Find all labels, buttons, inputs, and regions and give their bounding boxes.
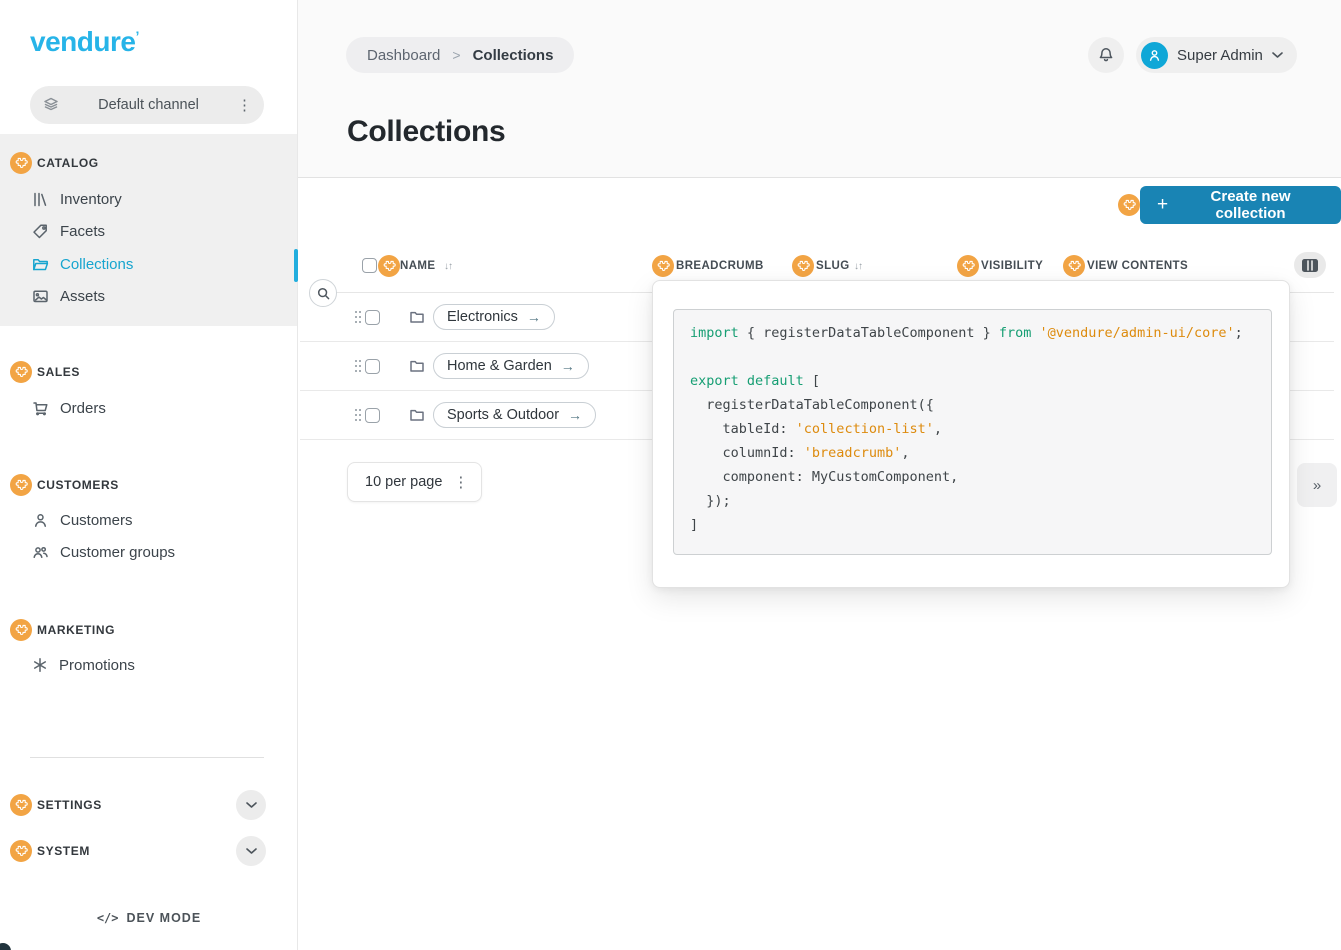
page-title: Collections [347, 115, 505, 149]
section-label: CATALOG [37, 156, 99, 170]
sidebar-item-inventory[interactable]: Inventory [32, 188, 122, 210]
vendure-logo[interactable]: vendure’ [30, 26, 139, 58]
drag-handle-icon[interactable] [355, 311, 362, 324]
dev-mode-badge-icon[interactable] [10, 474, 32, 496]
corner-widget [0, 943, 11, 950]
breadcrumb-collections[interactable]: Collections [473, 47, 554, 64]
collection-chip[interactable]: Home & Garden → [433, 353, 589, 379]
row-checkbox[interactable] [365, 408, 380, 423]
sparkle-icon [32, 657, 48, 673]
image-icon [32, 288, 49, 305]
dev-mode-badge-icon[interactable] [652, 255, 674, 277]
sidebar-item-customers[interactable]: Customers [32, 509, 133, 531]
code-block: import { registerDataTableComponent } fr… [673, 309, 1272, 555]
avatar [1141, 42, 1168, 69]
dev-mode-badge-icon[interactable] [10, 840, 32, 862]
channel-menu-icon[interactable]: ⋮ [237, 98, 252, 113]
system-expand-button[interactable] [236, 836, 266, 866]
section-header-catalog: CATALOG [10, 152, 99, 174]
cart-icon [32, 400, 49, 417]
chevron-down-icon [1272, 52, 1283, 59]
section-header-system[interactable]: SYSTEM [10, 840, 90, 862]
column-header-name[interactable]: NAME [400, 260, 435, 272]
section-header-settings[interactable]: SETTINGS [10, 794, 102, 816]
sidebar-item-assets[interactable]: Assets [32, 285, 105, 307]
columns-icon [1302, 259, 1318, 272]
sidebar-item-facets[interactable]: Facets [32, 220, 105, 242]
layers-icon [42, 96, 60, 114]
column-header-view-contents[interactable]: VIEW CONTENTS [1087, 260, 1188, 272]
logo-mark: ’ [135, 28, 138, 44]
breadcrumb: Dashboard > Collections [346, 37, 574, 73]
user-name: Super Admin [1177, 47, 1263, 64]
chevron-down-icon [246, 802, 257, 809]
user-menu[interactable]: Super Admin [1136, 37, 1297, 73]
folder-icon [409, 358, 425, 374]
column-header-visibility[interactable]: VISIBILITY [981, 260, 1043, 272]
per-page-menu-icon: ⋮ [453, 475, 468, 490]
notifications-button[interactable] [1088, 37, 1124, 73]
arrow-right-icon: → [561, 358, 575, 374]
sidebar-divider [30, 757, 264, 758]
dev-mode-code-popup: import { registerDataTableComponent } fr… [652, 280, 1290, 588]
code-icon: </> [97, 911, 119, 925]
section-header-sales: SALES [10, 361, 80, 383]
row-checkbox[interactable] [365, 310, 380, 325]
sidebar-item-collections[interactable]: Collections [32, 253, 133, 275]
users-icon [32, 544, 49, 561]
arrow-right-icon: → [527, 309, 541, 325]
dev-mode-badge-icon[interactable] [1118, 194, 1140, 216]
drag-handle-icon[interactable] [355, 409, 362, 422]
breadcrumb-dashboard[interactable]: Dashboard [367, 47, 440, 64]
sidebar-item-orders[interactable]: Orders [32, 397, 106, 419]
search-button[interactable] [309, 279, 337, 307]
dev-mode-badge-icon[interactable] [10, 152, 32, 174]
next-page-button[interactable]: » [1297, 463, 1337, 507]
column-header-breadcrumb[interactable]: BREADCRUMB [676, 260, 764, 272]
create-new-collection-button[interactable]: + Create new collection [1140, 186, 1341, 224]
sort-icon-name[interactable]: ↓↑ [444, 261, 452, 272]
channel-label: Default channel [60, 97, 237, 113]
dev-mode-toggle[interactable]: </> DEV MODE [0, 911, 298, 925]
sidebar: vendure’ Default channel ⋮ CATALOG Inven… [0, 0, 298, 950]
sidebar-item-promotions[interactable]: Promotions [32, 654, 135, 676]
sort-icon-slug[interactable]: ↓↑ [854, 261, 862, 272]
search-icon [316, 286, 331, 301]
dev-mode-badge-icon[interactable] [378, 255, 400, 277]
row-checkbox[interactable] [365, 359, 380, 374]
column-header-slug[interactable]: SLUG [816, 260, 850, 272]
plus-icon: + [1157, 195, 1168, 214]
page-header-band [298, 0, 1341, 178]
folder-icon [409, 407, 425, 423]
items-per-page-button[interactable]: 10 per page ⋮ [347, 462, 482, 502]
user-icon [32, 512, 49, 529]
folder-open-icon [32, 256, 49, 273]
breadcrumb-separator: > [452, 47, 460, 63]
bell-icon [1097, 46, 1115, 64]
chevron-down-icon [246, 848, 257, 855]
active-item-indicator [294, 249, 298, 282]
dev-mode-badge-icon[interactable] [1063, 255, 1085, 277]
main-area: Dashboard > Collections Super Admin Coll… [298, 0, 1341, 950]
dev-mode-badge-icon[interactable] [10, 361, 32, 383]
tag-icon [32, 223, 49, 240]
folder-icon [409, 309, 425, 325]
dev-mode-badge-icon[interactable] [792, 255, 814, 277]
settings-expand-button[interactable] [236, 790, 266, 820]
channel-selector[interactable]: Default channel ⋮ [30, 86, 264, 124]
collection-chip[interactable]: Electronics → [433, 304, 555, 330]
collection-chip[interactable]: Sports & Outdoor → [433, 402, 596, 428]
column-settings-button[interactable] [1294, 252, 1326, 278]
dev-mode-badge-icon[interactable] [10, 794, 32, 816]
section-header-customers: CUSTOMERS [10, 474, 119, 496]
drag-handle-icon[interactable] [355, 360, 362, 373]
section-header-marketing: MARKETING [10, 619, 115, 641]
select-all-checkbox[interactable] [362, 258, 377, 273]
dev-mode-badge-icon[interactable] [10, 619, 32, 641]
dev-mode-badge-icon[interactable] [957, 255, 979, 277]
arrow-right-icon: → [568, 407, 582, 423]
sidebar-item-customer-groups[interactable]: Customer groups [32, 541, 175, 563]
inventory-icon [32, 191, 49, 208]
vendure-admin-screen: vendure’ Default channel ⋮ CATALOG Inven… [0, 0, 1341, 950]
